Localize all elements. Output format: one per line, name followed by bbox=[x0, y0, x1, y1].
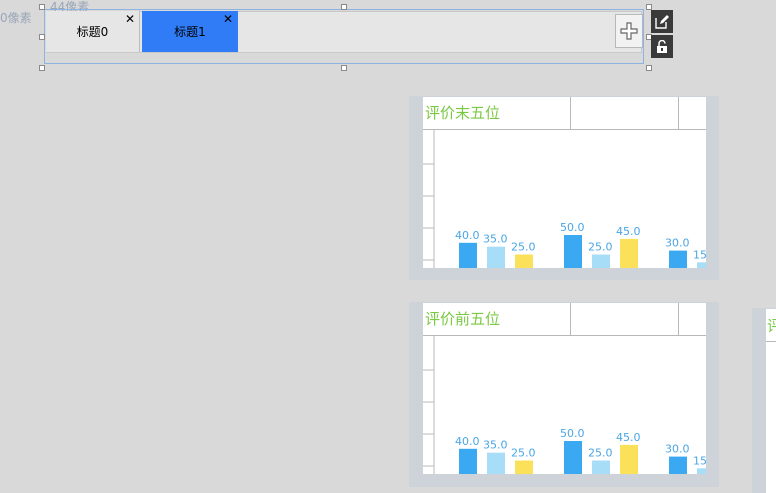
bar-value-label: 50.0 bbox=[560, 221, 585, 234]
divider bbox=[570, 97, 571, 129]
resize-handle-se[interactable] bbox=[646, 65, 652, 71]
bar[interactable] bbox=[669, 456, 687, 474]
bar[interactable] bbox=[564, 235, 582, 268]
bar-chart-top5: 40.0 35.025.050.025.045.030.015 bbox=[423, 336, 706, 474]
bar-value-label: 35.0 bbox=[483, 439, 508, 452]
bar-value-label: 15 bbox=[693, 248, 706, 261]
resize-handle-w[interactable] bbox=[39, 34, 45, 40]
bar-chart-bottom5: 40.0 35.025.050.025.045.030.015 bbox=[423, 130, 706, 268]
bar[interactable] bbox=[697, 468, 706, 474]
tab-label: 标题0 bbox=[76, 25, 109, 39]
close-tab1-icon[interactable]: ✕ bbox=[223, 13, 233, 25]
bar-value-label: 35.0 bbox=[483, 233, 508, 246]
bar-value-label: 30.0 bbox=[665, 237, 690, 250]
bar[interactable] bbox=[515, 460, 533, 475]
lock-button[interactable] bbox=[651, 35, 673, 58]
resize-handle-n[interactable] bbox=[341, 4, 347, 10]
bar[interactable] bbox=[564, 441, 582, 474]
add-tab-button[interactable] bbox=[615, 14, 643, 48]
close-tab0-icon[interactable]: ✕ bbox=[125, 13, 135, 25]
bar[interactable] bbox=[620, 444, 638, 474]
bar[interactable] bbox=[669, 250, 687, 268]
bar[interactable] bbox=[515, 254, 533, 269]
bar[interactable] bbox=[487, 246, 505, 268]
bar-value-label: 25.0 bbox=[588, 447, 613, 460]
plus-icon bbox=[620, 22, 638, 40]
bar[interactable] bbox=[487, 452, 505, 474]
bar-value-label: 45.0 bbox=[616, 225, 641, 238]
resize-handle-s[interactable] bbox=[341, 65, 347, 71]
divider bbox=[678, 303, 679, 335]
bar-value-label: 25.0 bbox=[511, 241, 536, 254]
card-title: 评 bbox=[767, 317, 776, 335]
bar-value-label: 15 bbox=[693, 454, 706, 467]
bar[interactable] bbox=[459, 242, 477, 268]
resize-handle-sw[interactable] bbox=[39, 65, 45, 71]
bar-value-label: 25.0 bbox=[588, 241, 613, 254]
bar-value-label: 40.0 bbox=[455, 229, 480, 242]
divider bbox=[766, 341, 776, 342]
card-title: 评价末五位 bbox=[425, 104, 501, 122]
bar[interactable] bbox=[697, 262, 706, 268]
bar-value-label: 25.0 bbox=[511, 447, 536, 460]
bar[interactable] bbox=[592, 254, 610, 269]
edit-button[interactable] bbox=[651, 10, 673, 33]
unlock-icon bbox=[657, 39, 667, 53]
divider bbox=[570, 303, 571, 335]
bar[interactable] bbox=[459, 448, 477, 474]
bar-value-label: 45.0 bbox=[616, 431, 641, 444]
resize-handle-nw[interactable] bbox=[39, 4, 45, 10]
tab-label: 标题1 bbox=[174, 25, 206, 39]
bar[interactable] bbox=[620, 238, 638, 268]
left-offset-label: 0像素 bbox=[0, 11, 32, 25]
edit-icon bbox=[655, 14, 669, 29]
bar-value-label: 50.0 bbox=[560, 427, 585, 440]
divider bbox=[678, 97, 679, 129]
chart-card-body bbox=[766, 309, 776, 493]
card-title: 评价前五位 bbox=[425, 310, 501, 328]
bar-value-label: 30.0 bbox=[665, 443, 690, 456]
bar[interactable] bbox=[592, 460, 610, 475]
bar-value-label: 40.0 bbox=[455, 435, 480, 448]
